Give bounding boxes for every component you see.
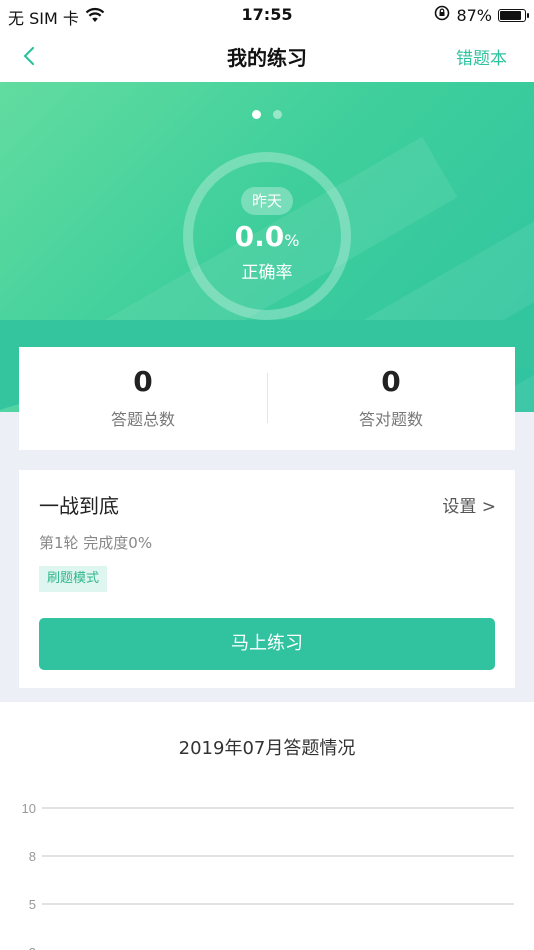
stat-total: 0 答题总数 [19,347,267,450]
accuracy-caption: 正确率 [241,263,293,283]
rotation-lock-icon [434,5,450,25]
practice-title: 一战到底 [39,494,119,518]
accuracy-value: 0.0% [0,220,534,253]
practice-progress: 第1轮 完成度0% [39,534,153,552]
carousel-dot[interactable] [252,110,261,119]
answer-chart: 10 8 5 3 [22,801,514,950]
status-bar: 无 SIM 卡 17:55 87% [0,0,534,30]
stat-correct-value: 0 [381,365,401,398]
practice-card: 一战到底 设置 > 第1轮 完成度0% 刷题模式 马上练习 [19,470,515,688]
start-practice-button[interactable]: 马上练习 [39,618,495,670]
chart-y-tick: 8 [29,849,36,864]
chart-card: 2019年07月答题情况 10853 [0,702,534,950]
stat-total-value: 0 [133,365,153,398]
wrong-questions-button[interactable]: 错题本 [456,44,507,69]
battery-icon [498,8,529,22]
carousel-dots [0,110,534,119]
battery-percent: 87% [456,5,492,25]
accuracy-number: 0.0 [234,220,285,253]
accuracy-unit: % [284,231,300,250]
battery-level [500,10,521,20]
settings-link[interactable]: 设置 > [442,492,496,517]
page-title: 我的练习 [227,46,307,70]
stat-correct: 0 答对题数 [267,347,515,450]
chart-y-tick: 10 [22,801,36,816]
mode-tag: 刷题模式 [39,566,108,592]
chart-y-tick: 3 [29,945,36,950]
chart-y-tick: 5 [29,897,36,912]
stat-total-label: 答题总数 [110,410,175,429]
carousel-dot[interactable] [273,110,282,119]
status-right: 87% [434,5,529,25]
nav-bar: 我的练习 错题本 [0,30,534,82]
period-badge: 昨天 [241,187,293,215]
stats-card: 0 答题总数 0 答对题数 [19,347,515,450]
stat-correct-label: 答对题数 [358,410,423,429]
